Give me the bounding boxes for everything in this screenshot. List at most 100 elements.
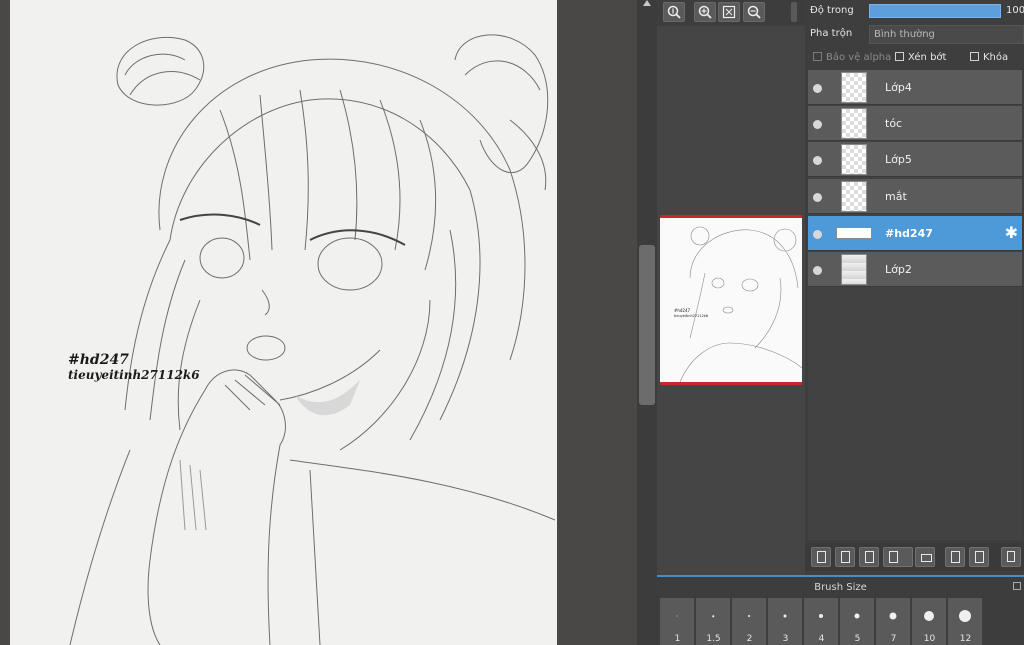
watermark-line2: tieuyeitinh27112k6 [68,368,200,382]
brush-size-title: Brush Size [814,582,867,593]
layer-thumbnail [836,227,872,239]
brush-dot-icon [854,613,860,619]
brush-size-option[interactable]: 1.5 [696,598,731,645]
navigator-panel: #hd247 tieuyeitinh27112k6 [657,0,805,575]
blend-label: Pha trộn [810,28,853,39]
layer-list: Lớp4 tóc Lớp5 mắt #hd247 ✱ Lớp2 [808,70,1022,540]
layer-name: mắt [885,190,907,203]
fit-screen-icon[interactable] [718,2,740,22]
opacity-label: Độ trong [810,5,854,16]
brush-size-option[interactable]: 2 [732,598,767,645]
svg-text:#hd247: #hd247 [674,308,691,313]
brush-size-label: 1 [674,634,681,644]
brush-size-label: 5 [854,634,861,644]
brush-size-label: 10 [923,634,936,644]
zoom-out-icon[interactable] [743,2,765,22]
new-1bit-layer-icon[interactable] [859,547,879,567]
brush-size-option[interactable]: 1 [660,598,695,645]
brush-size-row: 1 1.5 2 3 4 5 7 10 12 [660,598,1024,645]
drawing-canvas-area[interactable]: #hd247 tieuyeitinh27112k6 [0,0,637,645]
lock-checkbox[interactable]: Khóa [970,52,1008,63]
layer-item[interactable]: Lớp2 [808,252,1022,287]
sketch-drawing [69,34,556,645]
expand-panel-icon[interactable] [1013,582,1021,590]
brush-dot-icon [819,614,823,618]
brush-size-panel: Brush Size 1 1.5 2 3 4 5 7 10 12 [657,575,1024,645]
brush-dot-icon [712,615,714,617]
navigator-toolbar [657,0,805,26]
brush-size-option[interactable]: 7 [876,598,911,645]
new-layer-icon[interactable] [811,547,831,567]
brush-size-option[interactable]: 4 [804,598,839,645]
layer-name: Lớp4 [885,81,912,94]
protect-alpha-label: Bảo vệ alpha [826,52,892,63]
brush-size-option[interactable]: 3 [768,598,803,645]
layer-thumbnail [841,108,867,139]
visibility-eye-icon[interactable] [813,84,822,93]
brush-size-label: 7 [890,634,897,644]
new-layer-dropdown-icon[interactable] [883,547,913,567]
merge-layer-icon[interactable] [969,547,989,567]
checkbox-box [813,52,822,61]
opacity-row: Độ trong 100 [805,0,1024,22]
zoom-fit-icon[interactable] [663,2,685,22]
zoom-in-icon[interactable] [694,2,716,22]
brush-dot-icon [783,614,787,618]
blend-mode-select[interactable]: Bình thường [869,25,1024,44]
layer-settings-gear-icon[interactable]: ✱ [1005,225,1018,241]
brush-size-label: 3 [782,634,789,644]
clipping-label: Xén bớt [908,52,947,63]
layer-item[interactable]: mắt [808,179,1022,214]
scroll-up-arrow-icon[interactable] [643,0,651,6]
brush-size-option[interactable]: 5 [840,598,875,645]
new-halftone-layer-icon[interactable] [835,547,855,567]
canvas-vertical-scrollbar[interactable] [637,0,657,645]
visibility-eye-icon[interactable] [813,120,822,129]
layer-name: #hd247 [885,227,933,240]
scrollbar-thumb[interactable] [639,245,655,405]
brush-size-option[interactable]: 10 [912,598,947,645]
svg-text:tieuyeitinh27112k6: tieuyeitinh27112k6 [674,314,708,318]
clipping-checkbox[interactable]: Xén bớt [895,52,946,63]
layer-thumbnail [841,144,867,175]
navigator-slider-handle[interactable] [791,2,797,22]
layer-toolbar [805,543,1024,571]
brush-dot-icon [676,615,678,617]
layer-name: Lớp5 [885,153,912,166]
brush-dot-icon [889,612,897,620]
lock-label: Khóa [983,52,1009,63]
layer-thumbnail [841,72,867,103]
brush-size-label: 1.5 [706,634,721,644]
duplicate-layer-icon[interactable] [945,547,965,567]
checkbox-box [895,52,904,61]
visibility-eye-icon[interactable] [813,193,822,202]
layer-item[interactable]: Lớp4 [808,70,1022,105]
layer-item[interactable]: tóc [808,106,1022,141]
visibility-eye-icon[interactable] [813,266,822,275]
brush-size-label: 12 [959,634,972,644]
visibility-eye-icon[interactable] [813,230,822,239]
brush-dot-icon [959,610,971,622]
brush-dot-icon [924,611,934,621]
brush-dot-icon [748,615,750,617]
visibility-eye-icon[interactable] [813,156,822,165]
layers-panel: Độ trong 100 Pha trộn Bình thường Bảo vệ… [805,0,1024,575]
layer-thumbnail [841,181,867,212]
layer-item[interactable]: Lớp5 [808,142,1022,177]
brush-size-label: 2 [746,634,753,644]
watermark-line1: #hd247 [68,352,129,368]
folder-icon[interactable] [915,547,935,567]
checkbox-box [970,52,979,61]
navigator-thumbnail-image: #hd247 tieuyeitinh27112k6 [674,226,802,382]
brush-size-option[interactable]: 12 [948,598,983,645]
navigator-preview[interactable]: #hd247 tieuyeitinh27112k6 [660,215,802,385]
delete-layer-trash-icon[interactable] [1001,547,1021,567]
layer-name: Lớp2 [885,263,912,276]
layer-item-selected[interactable]: #hd247 ✱ [808,216,1022,251]
paper-canvas[interactable]: #hd247 tieuyeitinh27112k6 [10,0,557,645]
opacity-value: 100 [1006,5,1024,16]
opacity-slider[interactable] [869,4,1001,18]
protect-alpha-checkbox[interactable]: Bảo vệ alpha [813,52,891,63]
layer-thumbnail [841,254,867,285]
layer-name: tóc [885,117,903,130]
